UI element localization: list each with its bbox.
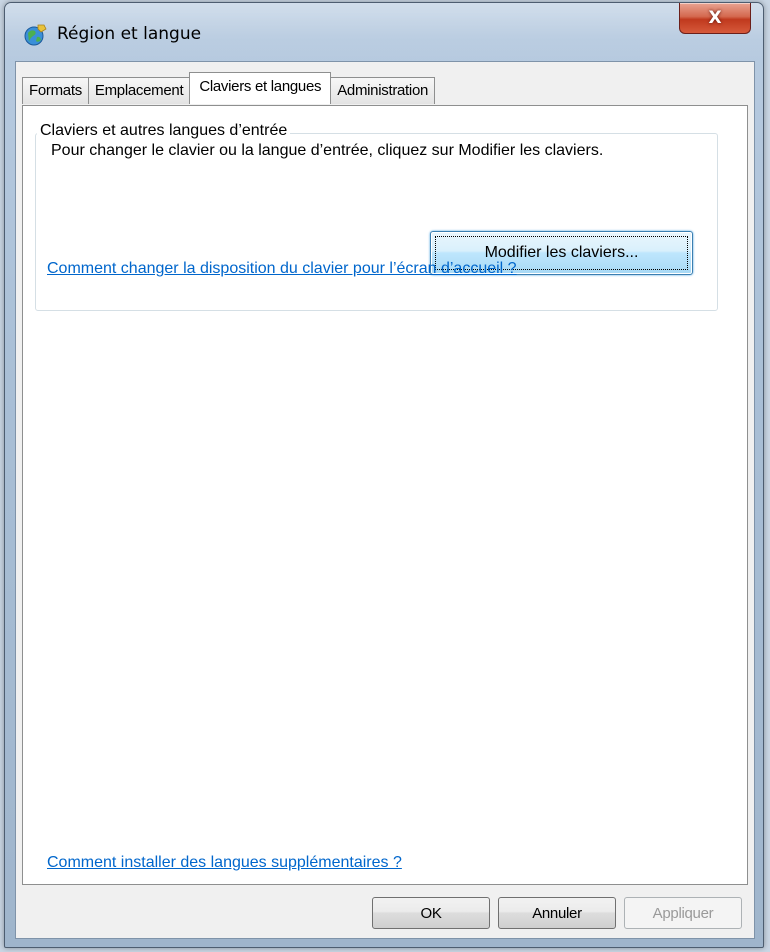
close-icon: X	[708, 8, 722, 28]
ok-button[interactable]: OK	[372, 897, 490, 929]
tab-administration[interactable]: Administration	[330, 77, 436, 104]
tab-claviers-et-langues[interactable]: Claviers et langues	[189, 72, 332, 104]
close-button[interactable]: X	[679, 3, 751, 34]
apply-button[interactable]: Appliquer	[624, 897, 742, 929]
dialog-window: Région et langue X Formats Emplacement C…	[4, 2, 764, 948]
install-languages-link[interactable]: Comment installer des langues supplément…	[47, 854, 402, 872]
cancel-button[interactable]: Annuler	[498, 897, 616, 929]
title-bar[interactable]: Région et langue X	[5, 3, 763, 61]
tab-panel: Modifier les claviers... Claviers et aut…	[22, 105, 748, 885]
globe-icon	[23, 23, 47, 47]
tab-formats[interactable]: Formats	[22, 77, 89, 104]
tab-strip: Formats Emplacement Claviers et langues …	[22, 72, 436, 104]
window-title: Région et langue	[57, 24, 202, 44]
keyboards-group-description: Pour changer le clavier ou la langue d’e…	[51, 142, 604, 159]
tab-emplacement[interactable]: Emplacement	[87, 77, 191, 104]
welcome-screen-keyboard-link[interactable]: Comment changer la disposition du clavie…	[47, 260, 517, 278]
dialog-client-area: Formats Emplacement Claviers et langues …	[15, 61, 755, 939]
keyboards-group-legend: Claviers et autres langues d’entrée	[37, 122, 291, 140]
